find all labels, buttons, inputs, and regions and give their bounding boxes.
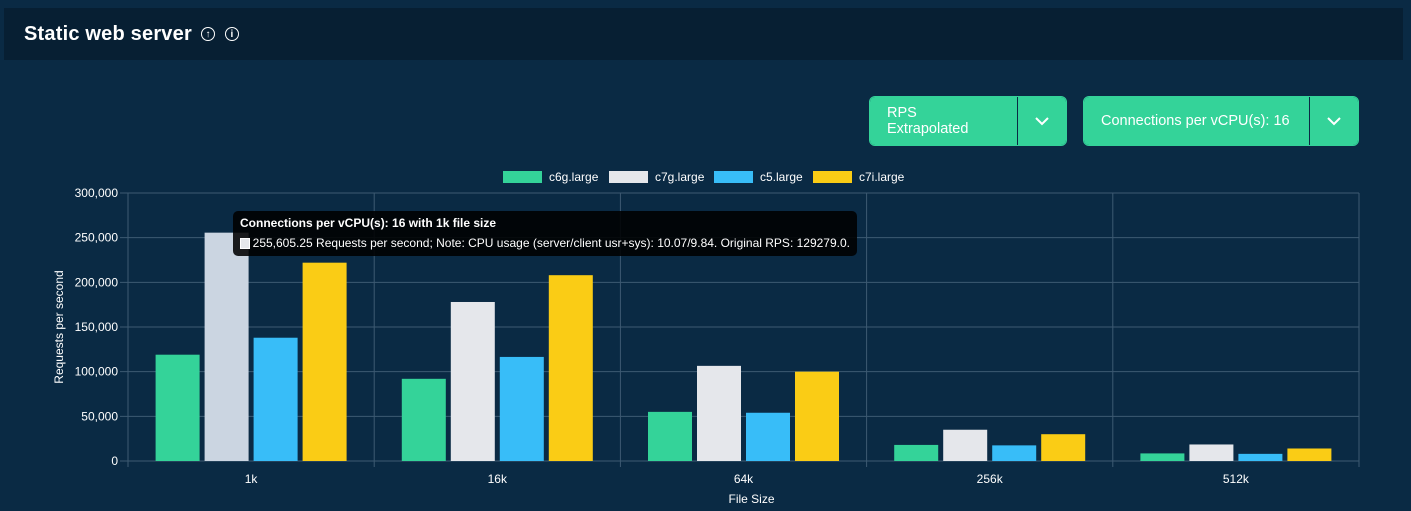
bar-c5-large-64k[interactable] bbox=[746, 412, 790, 461]
y-tick-label: 50,000 bbox=[81, 409, 118, 423]
bar-c7i-large-16k[interactable] bbox=[548, 275, 593, 461]
legend-swatch[interactable] bbox=[503, 171, 542, 183]
bar-c5-large-256k[interactable] bbox=[992, 445, 1037, 461]
bar-c7g-large-1k[interactable] bbox=[204, 232, 249, 461]
bar-c7i-large-64k[interactable] bbox=[795, 371, 839, 461]
y-tick-label: 100,000 bbox=[75, 365, 119, 379]
legend-label[interactable]: c6g.large bbox=[549, 170, 599, 184]
legend-label[interactable]: c7g.large bbox=[655, 170, 705, 184]
bar-c7g-large-512k[interactable] bbox=[1189, 444, 1234, 461]
chart-tooltip: Connections per vCPU(s): 16 with 1k file… bbox=[233, 211, 857, 256]
tooltip-body: 255,605.25 Requests per second; Note: CP… bbox=[252, 236, 850, 250]
legend-swatch[interactable] bbox=[609, 171, 648, 183]
bar-c7i-large-1k[interactable] bbox=[302, 262, 347, 461]
chart-bars bbox=[155, 232, 1332, 461]
bar-c5-large-16k[interactable] bbox=[499, 356, 544, 461]
x-tick-label: 256k bbox=[977, 472, 1004, 486]
bar-c6g-large-16k[interactable] bbox=[401, 378, 446, 461]
y-tick-label: 250,000 bbox=[75, 231, 119, 245]
legend-label[interactable]: c5.large bbox=[760, 170, 803, 184]
bar-c7g-large-16k[interactable] bbox=[450, 301, 495, 461]
bar-c5-large-1k[interactable] bbox=[253, 337, 298, 461]
chart-legend: c6g.large c7g.large c5.large c7i.large bbox=[503, 170, 905, 184]
bar-c6g-large-512k[interactable] bbox=[1140, 453, 1185, 461]
bar-c6g-large-1k[interactable] bbox=[155, 354, 200, 461]
y-tick-label: 200,000 bbox=[75, 275, 119, 289]
bar-c6g-large-64k[interactable] bbox=[648, 411, 692, 461]
bar-c7i-large-512k[interactable] bbox=[1287, 448, 1332, 461]
legend-swatch[interactable] bbox=[813, 171, 852, 183]
x-tick-label: 1k bbox=[245, 472, 259, 486]
x-tick-label: 512k bbox=[1223, 472, 1250, 486]
x-tick-label: 64k bbox=[734, 472, 754, 486]
tooltip-title: Connections per vCPU(s): 16 with 1k file… bbox=[240, 216, 497, 230]
bar-c5-large-512k[interactable] bbox=[1238, 453, 1283, 461]
x-tick-label: 16k bbox=[488, 472, 508, 486]
bar-c7g-large-64k[interactable] bbox=[697, 365, 741, 461]
y-tick-label: 0 bbox=[111, 454, 118, 468]
bar-c6g-large-256k[interactable] bbox=[894, 444, 939, 461]
y-tick-label: 150,000 bbox=[75, 320, 119, 334]
bar-c7g-large-256k[interactable] bbox=[943, 429, 988, 461]
x-axis-title: File Size bbox=[728, 492, 774, 506]
y-axis-title: Requests per second bbox=[52, 270, 66, 383]
legend-swatch[interactable] bbox=[714, 171, 753, 183]
y-tick-label: 300,000 bbox=[75, 186, 119, 200]
legend-label[interactable]: c7i.large bbox=[859, 170, 905, 184]
tooltip-color-swatch bbox=[240, 237, 250, 249]
bar-c7i-large-256k[interactable] bbox=[1041, 434, 1086, 461]
